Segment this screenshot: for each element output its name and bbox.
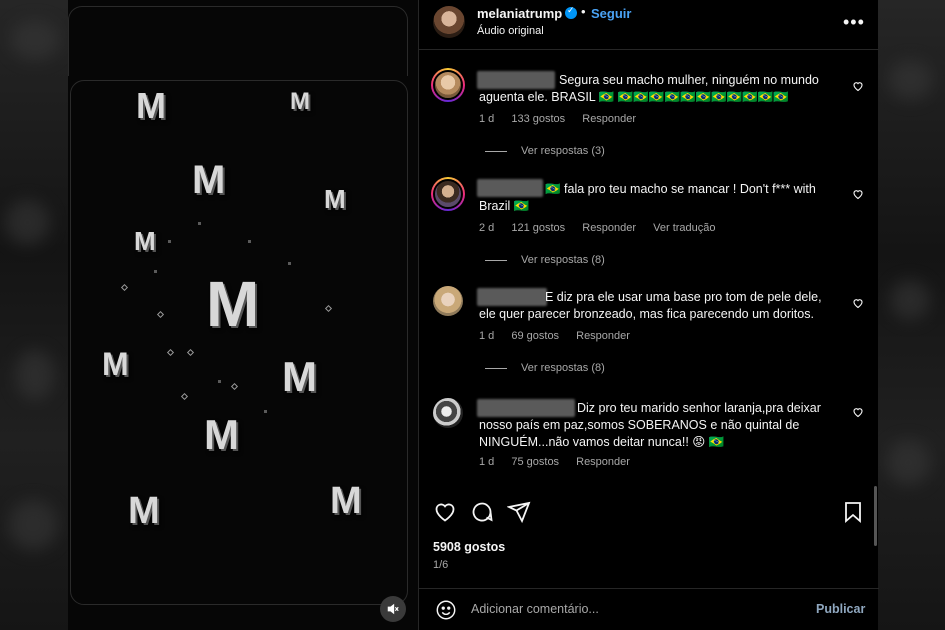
- reply-button[interactable]: Responder: [582, 222, 636, 234]
- bookmark-icon[interactable]: [841, 500, 865, 524]
- view-replies-label: Ver respostas (8): [521, 254, 605, 266]
- verified-badge-icon: [565, 5, 577, 19]
- more-options-button[interactable]: •••: [843, 12, 865, 33]
- heart-outline-icon[interactable]: [852, 188, 864, 200]
- m-logo: M: [204, 411, 239, 458]
- comment-likes[interactable]: 69 gostos: [511, 330, 559, 342]
- video-player[interactable]: M M M M M M M M M M M: [68, 0, 418, 630]
- m-logo: M: [102, 346, 129, 382]
- translate-button[interactable]: Ver tradução: [653, 222, 715, 234]
- commenter-avatar[interactable]: [433, 398, 463, 428]
- view-replies-button[interactable]: Ver respostas (8): [485, 254, 605, 266]
- comment-time: 1 d: [479, 330, 495, 342]
- reply-button[interactable]: Responder: [576, 330, 630, 342]
- comment-meta: 1 d 133 gostos Responder: [479, 113, 650, 125]
- comment-time: 1 d: [479, 113, 495, 125]
- m-logo: M: [282, 353, 317, 400]
- view-replies-button[interactable]: Ver respostas (8): [485, 362, 605, 374]
- share-send-icon[interactable]: [507, 500, 531, 524]
- likes-count[interactable]: 5908 gostos: [433, 540, 505, 554]
- comment-likes[interactable]: 121 gostos: [511, 222, 565, 234]
- comment-time: 2 d: [479, 222, 495, 234]
- publish-button[interactable]: Publicar: [816, 602, 865, 616]
- speaker-muted-icon: [387, 603, 399, 615]
- follow-button[interactable]: Seguir: [591, 6, 631, 21]
- m-logo: M: [290, 88, 310, 115]
- m-logo: M: [206, 268, 260, 340]
- emoji-smiley-icon[interactable]: [435, 599, 457, 621]
- comment-text: 🇧🇷 fala pro teu macho se mancar ! Don't …: [479, 182, 816, 213]
- post-actions: [419, 496, 879, 530]
- m-logo: M: [192, 158, 226, 202]
- comment-composer: Adicionar comentário... Publicar: [419, 588, 879, 630]
- reply-button[interactable]: Responder: [576, 456, 630, 468]
- audio-label[interactable]: Áudio original: [477, 25, 544, 37]
- m-logo: M: [134, 226, 156, 256]
- m-logo: M: [324, 184, 346, 214]
- comment-likes[interactable]: 133 gostos: [511, 113, 565, 125]
- m-logo: M: [330, 480, 362, 522]
- commenter-avatar[interactable]: [431, 177, 465, 211]
- view-replies-button[interactable]: Ver respostas (3): [485, 145, 605, 157]
- like-heart-icon[interactable]: [433, 500, 457, 524]
- background-blur-right: [878, 0, 945, 630]
- heart-outline-icon[interactable]: [852, 80, 864, 92]
- comment-meta: 1 d 75 gostos Responder: [479, 456, 644, 468]
- comment-text: Diz pro teu marido senhor laranja,pra de…: [479, 401, 821, 449]
- view-replies-label: Ver respostas (8): [521, 362, 605, 374]
- comment-meta: 1 d 69 gostos Responder: [479, 330, 644, 342]
- comment-meta: 2 d 121 gostos Responder Ver tradução: [479, 222, 730, 234]
- comment-text: E diz pra ele usar uma base pro tom de p…: [479, 290, 822, 321]
- commenter-avatar[interactable]: [431, 68, 465, 102]
- comment-input[interactable]: Adicionar comentário...: [471, 602, 599, 616]
- mute-button[interactable]: [380, 596, 406, 622]
- post-details-panel: melaniatrump • Seguir Áudio original •••…: [418, 0, 879, 630]
- comment-bubble-icon[interactable]: [470, 500, 494, 524]
- m-logo: M: [136, 85, 166, 126]
- comment-time: 1 d: [479, 456, 495, 468]
- comment-likes[interactable]: 75 gostos: [511, 456, 559, 468]
- carousel-pager: 1/6: [433, 559, 449, 571]
- post-header: melaniatrump • Seguir Áudio original •••: [419, 0, 879, 50]
- video-frame: [70, 80, 408, 605]
- author-avatar[interactable]: [433, 6, 465, 38]
- separator-dot: •: [581, 4, 586, 19]
- video-frame-top: [68, 6, 408, 76]
- heart-outline-icon[interactable]: [852, 406, 864, 418]
- commenter-avatar[interactable]: [433, 286, 463, 316]
- author-username[interactable]: melaniatrump: [477, 6, 562, 21]
- comment-text: Segura seu macho mulher, ninguém no mund…: [479, 73, 819, 104]
- m-logo: M: [128, 490, 160, 532]
- background-blur-left: [0, 0, 68, 630]
- reply-button[interactable]: Responder: [582, 113, 636, 125]
- heart-outline-icon[interactable]: [852, 297, 864, 309]
- view-replies-label: Ver respostas (3): [521, 145, 605, 157]
